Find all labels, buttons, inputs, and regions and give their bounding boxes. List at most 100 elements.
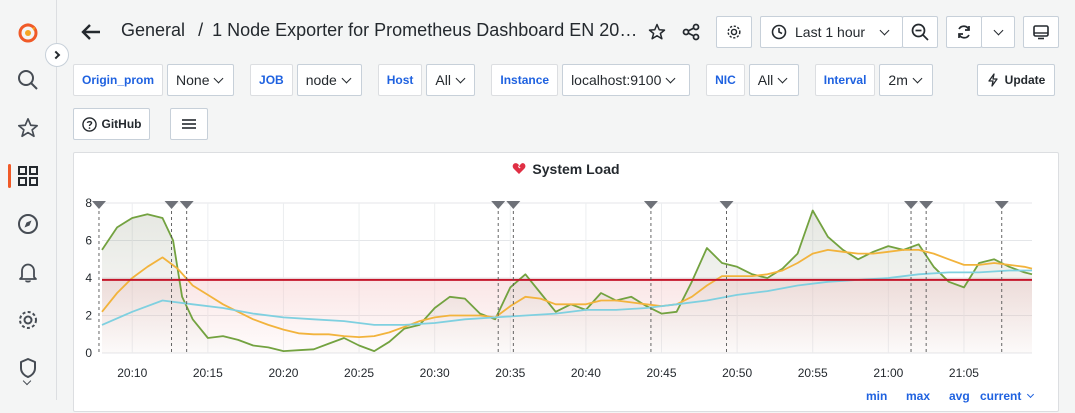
- settings-gear-icon: [727, 25, 741, 39]
- x-tick-label: 20:10: [117, 366, 147, 380]
- dashboard-settings-button[interactable]: [716, 16, 752, 48]
- x-tick-label: 20:35: [495, 366, 525, 380]
- chevron-down-icon: [214, 73, 224, 83]
- star-icon[interactable]: [645, 20, 669, 44]
- var-label-host: Host: [377, 64, 423, 96]
- active-indicator: [8, 164, 11, 188]
- annotation-marker: [994, 201, 1009, 209]
- var-select-nic[interactable]: All: [748, 64, 799, 96]
- var-label-instance: Instance: [491, 64, 559, 96]
- x-tick-label: 21:05: [949, 366, 979, 380]
- zoom-out-button[interactable]: [902, 16, 938, 48]
- broken-heart-icon: [513, 163, 526, 174]
- var-select-host[interactable]: All: [426, 64, 476, 96]
- chevron-down-icon: [341, 73, 352, 83]
- settings-gear-icon[interactable]: [16, 308, 40, 332]
- x-tick-label: 20:15: [193, 366, 223, 380]
- x-tick-label: 20:40: [571, 366, 601, 380]
- monitor-icon: [1033, 25, 1049, 40]
- chevron-down-icon: [665, 73, 676, 83]
- time-range-picker[interactable]: Last 1 hour: [760, 16, 903, 48]
- var-value: localhost:9100: [571, 72, 662, 88]
- annotation-marker: [491, 201, 506, 209]
- chevron-down-icon: [912, 73, 923, 83]
- search-icon[interactable]: [16, 68, 40, 92]
- share-icon[interactable]: [679, 20, 703, 44]
- annotation-marker: [643, 201, 658, 209]
- grafana-logo-icon[interactable]: [16, 20, 40, 44]
- x-tick-label: 20:20: [268, 366, 298, 380]
- annotation-marker: [179, 201, 194, 209]
- var-label-interval: Interval: [814, 64, 876, 96]
- annotation-marker: [719, 201, 734, 209]
- chevron-down-icon[interactable]: [22, 376, 32, 388]
- explore-compass-icon[interactable]: [16, 212, 40, 236]
- shield-icon[interactable]: [16, 356, 40, 380]
- var-value: All: [757, 72, 774, 88]
- annotation-marker: [904, 201, 919, 209]
- lightning-icon: [988, 73, 998, 87]
- annotation-marker: [91, 201, 106, 209]
- var-label-nic: NIC: [706, 64, 745, 96]
- x-tick-label: 20:45: [646, 366, 676, 380]
- back-arrow-icon[interactable]: [79, 20, 103, 44]
- time-range-label: Last 1 hour: [795, 24, 866, 40]
- refresh-interval-dropdown[interactable]: [981, 16, 1015, 48]
- system-load-panel[interactable]: System Load 0 2 4 6 8 20:10 20:15 20:20 20:25 20:…: [73, 152, 1059, 412]
- alerting-bell-icon[interactable]: [16, 260, 40, 284]
- update-button[interactable]: Update: [977, 64, 1055, 96]
- legend-header-current[interactable]: current: [980, 389, 1034, 403]
- title-separator: /: [198, 20, 204, 40]
- system-load-chart[interactable]: 0 2 4 6 8 20:10 20:15 20:20 20:25 20:30 20:35 20:40…: [74, 181, 1060, 413]
- clock-icon: [771, 24, 787, 40]
- annotation-marker: [164, 201, 179, 209]
- annotation-marker: [506, 201, 521, 209]
- dashboards-icon[interactable]: [16, 164, 40, 188]
- y-tick-label: 8: [85, 196, 92, 210]
- update-label: Update: [1004, 73, 1046, 87]
- var-label-origin-prom: Origin_prom: [73, 64, 164, 96]
- y-tick-label: 2: [85, 309, 92, 323]
- chevron-down-icon: [777, 73, 788, 83]
- starred-icon[interactable]: [16, 116, 40, 140]
- dock-menu-button[interactable]: [45, 43, 69, 67]
- var-select-instance[interactable]: localhost:9100: [562, 64, 691, 96]
- chevron-right-icon: [51, 50, 61, 60]
- legend-header-current-label: current: [980, 389, 1022, 403]
- dashboard-name[interactable]: 1 Node Exporter for Prometheus Dashboard…: [212, 20, 641, 40]
- legend-header-min[interactable]: min: [866, 389, 887, 403]
- var-select-origin-prom[interactable]: None: [167, 64, 235, 96]
- view-mode-button[interactable]: [1023, 16, 1059, 48]
- panel-title: System Load: [532, 161, 620, 177]
- annotation-marker: [919, 201, 934, 209]
- y-tick-label: 4: [85, 271, 92, 285]
- legend-header-avg[interactable]: avg: [949, 389, 970, 403]
- var-value: All: [435, 72, 451, 88]
- x-tick-label: 20:55: [798, 366, 828, 380]
- chevron-down-icon: [879, 25, 890, 35]
- dashboard-links-menu-button[interactable]: [170, 108, 208, 140]
- question-circle-icon: [81, 116, 97, 132]
- chevron-down-icon: [1026, 390, 1034, 399]
- panel-header[interactable]: System Load: [74, 161, 1058, 177]
- x-tick-label: 20:30: [420, 366, 450, 380]
- hamburger-menu-icon: [182, 119, 196, 129]
- x-tick-label: 21:00: [873, 366, 903, 380]
- var-select-job[interactable]: node: [296, 64, 362, 96]
- refresh-icon: [958, 25, 970, 39]
- var-value: node: [305, 72, 337, 88]
- var-label-job: JOB: [250, 64, 293, 96]
- dashboard-title[interactable]: General / 1 Node Exporter for Prometheus…: [121, 20, 641, 41]
- zoom-out-icon: [911, 23, 929, 41]
- folder-name[interactable]: General: [121, 20, 185, 40]
- chevron-down-icon: [993, 25, 1003, 35]
- chevron-down-icon: [455, 73, 466, 83]
- github-link-button[interactable]: GitHub: [73, 108, 150, 140]
- y-tick-label: 0: [85, 346, 92, 360]
- refresh-button[interactable]: [946, 16, 982, 48]
- topbar: General / 1 Node Exporter for Prometheus…: [57, 0, 1075, 64]
- x-tick-label: 20:25: [344, 366, 374, 380]
- variables-bar: Origin_prom None JOB node Host All Insta…: [73, 64, 934, 96]
- legend-header-max[interactable]: max: [906, 389, 930, 403]
- var-select-interval[interactable]: 2m: [879, 64, 934, 96]
